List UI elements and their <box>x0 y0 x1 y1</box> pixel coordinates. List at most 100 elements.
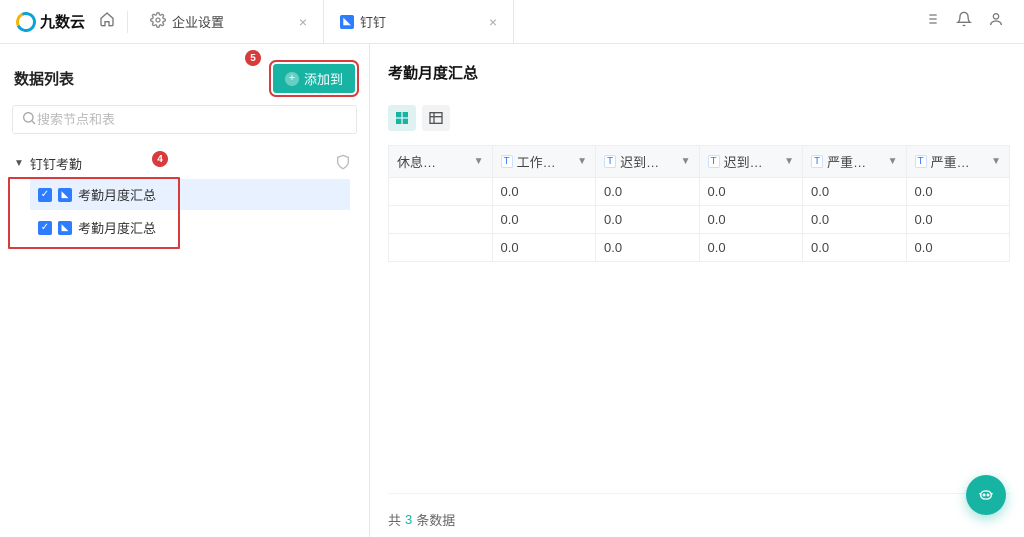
table-cell: 0.0 <box>699 206 803 234</box>
callout-badge-4: 4 <box>152 151 168 167</box>
checkbox-checked-icon[interactable]: ✓ <box>38 221 52 235</box>
checkbox-checked-icon[interactable]: ✓ <box>38 188 52 202</box>
chevron-down-icon[interactable]: ▼ <box>681 156 691 167</box>
column-header[interactable]: T 严重… ▼ <box>803 146 907 178</box>
tab-dingtalk[interactable]: ◣ 钉钉 × <box>324 0 514 43</box>
gear-icon <box>150 12 166 31</box>
view-card-button[interactable] <box>388 105 416 131</box>
chevron-down-icon[interactable]: ▼ <box>888 156 898 167</box>
table-cell: 0.0 <box>699 178 803 206</box>
tab-label: 企业设置 <box>172 12 224 31</box>
brand-logo-mark <box>13 9 39 35</box>
view-toggle <box>388 105 1010 145</box>
left-panel: 数据列表 + 添加到 5 ▼ 钉钉考勤 4 <box>0 44 370 537</box>
table-cell: 0.0 <box>906 206 1010 234</box>
table-cell: 0.0 <box>803 234 907 262</box>
type-badge-t-icon: T <box>811 155 823 168</box>
dingtalk-doc-icon: ◣ <box>58 188 72 202</box>
search-box[interactable] <box>12 105 357 134</box>
column-header[interactable]: 休息… ▼ <box>389 146 493 178</box>
tab-enterprise-settings[interactable]: 企业设置 × <box>134 0 324 43</box>
add-to-button[interactable]: + 添加到 <box>273 64 355 93</box>
tree-item-label: 考勤月度汇总 <box>78 218 156 237</box>
column-label: 迟到… <box>620 152 676 171</box>
column-header[interactable]: T 迟到… ▼ <box>596 146 700 178</box>
column-header[interactable]: T 迟到… ▼ <box>699 146 803 178</box>
dingtalk-icon: ◣ <box>340 15 354 29</box>
brand-name: 九数云 <box>40 11 85 32</box>
chevron-down-icon[interactable]: ▼ <box>474 156 484 167</box>
table-cell <box>389 178 493 206</box>
content-title: 考勤月度汇总 <box>388 62 1010 105</box>
search-icon <box>21 110 37 129</box>
footer-prefix: 共 <box>388 510 401 529</box>
add-to-button-label: 添加到 <box>304 69 343 88</box>
tree-children: ✓ ◣ 考勤月度汇总 ✓ ◣ 考勤月度汇总 <box>14 179 369 243</box>
tree-node-dingtalk-attendance[interactable]: ▼ 钉钉考勤 4 <box>14 148 369 179</box>
footer-suffix: 条数据 <box>416 510 455 529</box>
help-fab[interactable] <box>966 475 1006 515</box>
table-cell <box>389 234 493 262</box>
table-cell: 0.0 <box>803 178 907 206</box>
caret-down-icon: ▼ <box>14 158 24 169</box>
user-icon[interactable] <box>988 11 1004 32</box>
topbar-actions <box>924 11 1016 32</box>
type-badge-t-icon: T <box>915 155 927 168</box>
bell-icon[interactable] <box>956 11 972 32</box>
type-badge-t-icon: T <box>501 155 513 168</box>
tabs: 企业设置 × ◣ 钉钉 × <box>134 0 514 43</box>
data-table: 休息…▼T工作…▼T迟到…▼T迟到…▼T严重…▼T严重…▼ 0.00.00.00… <box>388 145 1010 493</box>
column-label: 休息… <box>397 152 470 171</box>
column-label: 严重… <box>827 152 883 171</box>
close-icon[interactable]: × <box>299 14 307 30</box>
tree-node-label: 钉钉考勤 <box>30 154 82 173</box>
view-table-button[interactable] <box>422 105 450 131</box>
table-cell: 0.0 <box>596 206 700 234</box>
tab-label: 钉钉 <box>360 12 386 31</box>
footer-count: 3 <box>405 512 412 527</box>
column-header[interactable]: T 严重… ▼ <box>906 146 1010 178</box>
table-cell: 0.0 <box>699 234 803 262</box>
tree-item-label: 考勤月度汇总 <box>78 185 156 204</box>
callout-badge-5: 5 <box>245 50 261 66</box>
brand-logo: 九数云 <box>8 11 93 32</box>
left-title: 数据列表 <box>14 68 74 89</box>
dingtalk-doc-icon: ◣ <box>58 221 72 235</box>
shield-icon[interactable] <box>335 154 359 173</box>
table-cell: 0.0 <box>906 178 1010 206</box>
table-cell: 0.0 <box>596 178 700 206</box>
table-row[interactable]: 0.00.00.00.00.0 <box>389 234 1010 262</box>
tree: ▼ 钉钉考勤 4 ✓ ◣ 考勤月度汇总 ✓ ◣ <box>0 142 369 243</box>
chevron-down-icon[interactable]: ▼ <box>577 156 587 167</box>
list-icon[interactable] <box>924 11 940 32</box>
close-icon[interactable]: × <box>489 14 497 30</box>
table-cell: 0.0 <box>906 234 1010 262</box>
left-header: 数据列表 + 添加到 5 <box>0 44 369 105</box>
table-row[interactable]: 0.00.00.00.00.0 <box>389 206 1010 234</box>
plus-icon: + <box>285 72 299 86</box>
divider <box>127 11 128 33</box>
type-badge-t-icon: T <box>708 155 720 168</box>
type-badge-t-icon: T <box>604 155 616 168</box>
table-footer: 共 3 条数据 <box>388 493 1010 537</box>
main: 数据列表 + 添加到 5 ▼ 钉钉考勤 4 <box>0 44 1024 537</box>
column-label: 工作… <box>517 152 573 171</box>
column-label: 迟到… <box>724 152 780 171</box>
home-icon[interactable] <box>93 11 121 32</box>
tree-item-monthly-summary[interactable]: ✓ ◣ 考勤月度汇总 <box>34 212 369 243</box>
table-cell: 0.0 <box>492 178 596 206</box>
topbar: 九数云 企业设置 × ◣ 钉钉 × <box>0 0 1024 44</box>
right-panel: 考勤月度汇总 休息… ▼ T 工作… ▼ T 迟到… ▼ T 迟到… ▼ T 严重… ▼ T 严重… ▼ 0.0… <box>370 44 1024 537</box>
table-cell <box>389 206 493 234</box>
table-cell: 0.0 <box>803 206 907 234</box>
table-cell: 0.0 <box>492 234 596 262</box>
column-label: 严重… <box>931 152 987 171</box>
column-header[interactable]: T 工作… ▼ <box>492 146 596 178</box>
table-row[interactable]: 0.00.00.00.00.0 <box>389 178 1010 206</box>
tree-item-monthly-summary[interactable]: ✓ ◣ 考勤月度汇总 <box>30 179 350 210</box>
search-input[interactable] <box>37 112 348 127</box>
table-cell: 0.0 <box>492 206 596 234</box>
chevron-down-icon[interactable]: ▼ <box>784 156 794 167</box>
chevron-down-icon[interactable]: ▼ <box>991 156 1001 167</box>
table-cell: 0.0 <box>596 234 700 262</box>
